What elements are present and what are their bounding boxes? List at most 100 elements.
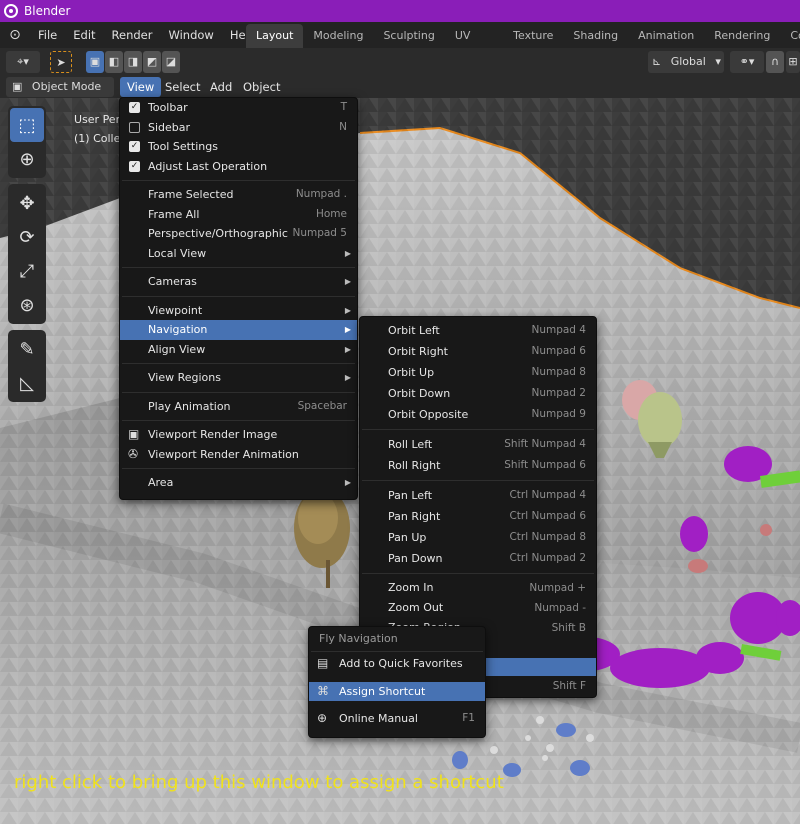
menu-item-play-animation[interactable]: Play Animation Spacebar <box>120 397 357 417</box>
context-menu-title: Fly Navigation <box>319 632 398 645</box>
menu-item-orbit-left[interactable]: Orbit Left Numpad 4 <box>360 320 596 341</box>
tool-group-transform: ✥ ⟳ ⤢ ⊛ <box>8 184 46 324</box>
menu-item-roll-left[interactable]: Roll Left Shift Numpad 4 <box>360 434 596 455</box>
menu-item-orbit-opposite[interactable]: Orbit Opposite Numpad 9 <box>360 404 596 425</box>
menu-item-local-view[interactable]: Local View ▶ <box>120 244 357 264</box>
snap-grid-icon: ⊞ <box>788 55 798 68</box>
tab-compositing[interactable]: Com <box>780 24 800 48</box>
transform-tool[interactable]: ⊛ <box>10 288 44 322</box>
scale-icon: ⤢ <box>19 260 35 282</box>
menu-render[interactable]: Render <box>104 28 161 42</box>
tab-rendering[interactable]: Rendering <box>704 24 780 48</box>
menu-item-perspective-orthographic[interactable]: Perspective/Orthographic Numpad 5 <box>120 224 357 244</box>
editor-type-button[interactable]: ⌖▾ <box>6 51 40 73</box>
tool-group-annotate: ✎ ◺ <box>8 330 46 402</box>
menu-item-viewport-render-animation[interactable]: ✇ Viewport Render Animation <box>120 445 357 465</box>
checkbox-checked-icon: ✓ <box>129 102 140 113</box>
menu-separator <box>122 468 355 469</box>
select-menu-button[interactable]: Select <box>158 77 207 97</box>
orientation-value: Global <box>670 55 706 68</box>
menu-item-zoom-in[interactable]: Zoom In Numpad + <box>360 578 596 598</box>
tab-texture-paint[interactable]: Texture Paint <box>503 24 563 66</box>
menu-item-fly-navigation[interactable] <box>486 658 596 676</box>
top-menu-bar: ⊙ File Edit Render Window Help Layout Mo… <box>0 22 800 66</box>
menu-item-navigation[interactable]: Navigation ▶ <box>120 320 357 340</box>
menu-item-viewpoint[interactable]: Viewpoint ▶ <box>120 301 357 321</box>
view-menu-button[interactable]: View <box>120 77 162 97</box>
menu-item-label: Local View <box>148 246 207 260</box>
select-box-tool[interactable]: ⬚ <box>10 108 44 142</box>
blender-menu-icon[interactable]: ⊙ <box>0 27 30 43</box>
tab-uv-editing[interactable]: UV Editing <box>445 24 503 66</box>
select-mode-intersect-button[interactable]: ◪ <box>162 51 180 73</box>
menu-item-adjust-last-operation[interactable]: ✓ Adjust Last Operation <box>120 157 357 177</box>
tab-sculpting[interactable]: Sculpting <box>373 24 444 48</box>
menu-item-pan-down[interactable]: Pan Down Ctrl Numpad 2 <box>360 548 596 569</box>
menu-item-label: Roll Right <box>388 459 441 472</box>
tab-animation[interactable]: Animation <box>628 24 704 48</box>
scale-tool[interactable]: ⤢ <box>10 254 44 288</box>
tab-shading[interactable]: Shading <box>563 24 628 48</box>
tab-modeling[interactable]: Modeling <box>303 24 373 48</box>
menu-item-label: Pan Left <box>388 489 433 502</box>
annotate-tool[interactable]: ✎ <box>10 332 44 366</box>
globe-icon: ⊕ <box>317 711 328 725</box>
add-menu-button[interactable]: Add <box>203 77 239 97</box>
menu-window[interactable]: Window <box>160 28 221 42</box>
tutorial-caption: right click to bring up this window to a… <box>14 772 504 793</box>
menu-item-orbit-down[interactable]: Orbit Down Numpad 2 <box>360 383 596 404</box>
select-mode-new-button[interactable]: ▣ <box>86 51 104 73</box>
menu-item-pan-left[interactable]: Pan Left Ctrl Numpad 4 <box>360 485 596 506</box>
shortcut-label: Numpad + <box>529 582 586 594</box>
snap-toggle-button[interactable]: ∩ <box>766 51 784 73</box>
menu-item-align-view[interactable]: Align View ▶ <box>120 340 357 360</box>
cursor-tool[interactable]: ⊕ <box>10 142 44 176</box>
move-tool[interactable]: ✥ <box>10 186 44 220</box>
menu-item-frame-selected[interactable]: Frame Selected Numpad . <box>120 185 357 205</box>
menu-item-viewport-render-image[interactable]: ▣ Viewport Render Image <box>120 425 357 445</box>
select-mode-subtract-button[interactable]: ◨ <box>124 51 142 73</box>
favorites-icon: ▤ <box>317 656 329 670</box>
menu-item-cameras[interactable]: Cameras ▶ <box>120 272 357 292</box>
pivot-point-dropdown[interactable]: ⚭▾ <box>730 51 764 73</box>
shortcut-label: Shift Numpad 6 <box>504 459 586 471</box>
transform-orientation-dropdown[interactable]: ⊾ Global ▾ <box>648 51 724 73</box>
chevron-down-icon: ▾ <box>715 55 721 68</box>
select-tool-button[interactable]: ➤ <box>50 51 72 73</box>
menu-separator <box>362 429 594 430</box>
select-mode-invert-button[interactable]: ◩ <box>143 51 161 73</box>
menu-item-orbit-right[interactable]: Orbit Right Numpad 6 <box>360 341 596 362</box>
menu-item-toolbar[interactable]: ✓ Toolbar T <box>120 98 357 118</box>
shortcut-label: Numpad 2 <box>531 387 586 399</box>
shortcut-label: Numpad . <box>295 188 347 200</box>
select-mode-extend-button[interactable]: ◧ <box>105 51 123 73</box>
menu-item-frame-all[interactable]: Frame All Home <box>120 205 357 225</box>
snap-options-button[interactable]: ⊞ <box>786 51 800 73</box>
menu-item-zoom-out[interactable]: Zoom Out Numpad - <box>360 598 596 618</box>
object-menu-button[interactable]: Object <box>236 77 287 97</box>
menu-item-view-regions[interactable]: View Regions ▶ <box>120 368 357 388</box>
menu-item-label: Viewport Render Image <box>148 428 278 441</box>
rotate-tool[interactable]: ⟳ <box>10 220 44 254</box>
menu-separator <box>122 391 355 393</box>
tool-shelf: ⬚ ⊕ ✥ ⟳ ⤢ ⊛ ✎ ◺ <box>8 106 46 408</box>
menu-item-pan-up[interactable]: Pan Up Ctrl Numpad 8 <box>360 527 596 548</box>
measure-tool[interactable]: ◺ <box>10 366 44 400</box>
menu-file[interactable]: File <box>30 28 65 42</box>
menu-item-pan-right[interactable]: Pan Right Ctrl Numpad 6 <box>360 506 596 527</box>
menu-item-roll-right[interactable]: Roll Right Shift Numpad 6 <box>360 455 596 476</box>
shortcut-label: Numpad 5 <box>292 227 347 239</box>
menu-item-area[interactable]: Area ▶ <box>120 473 357 493</box>
tab-layout[interactable]: Layout <box>246 24 304 48</box>
menu-item-assign-shortcut[interactable]: ⌘ Assign Shortcut <box>309 681 485 701</box>
menu-item-online-manual[interactable]: ⊕ Online Manual F1 <box>309 709 485 729</box>
menu-item-sidebar[interactable]: Sidebar N <box>120 118 357 138</box>
object-mode-dropdown[interactable]: ▣ Object Mode ▾ <box>6 77 114 113</box>
shortcut-label: Numpad 6 <box>531 345 586 357</box>
shortcut-label: Shift Numpad 4 <box>504 438 586 450</box>
menu-item-add-to-quick-favorites[interactable]: ▤ Add to Quick Favorites <box>309 654 485 674</box>
menu-item-tool-settings[interactable]: ✓ Tool Settings <box>120 137 357 157</box>
render-animation-icon: ✇ <box>128 446 139 461</box>
menu-edit[interactable]: Edit <box>65 28 103 42</box>
menu-item-orbit-up[interactable]: Orbit Up Numpad 8 <box>360 362 596 383</box>
